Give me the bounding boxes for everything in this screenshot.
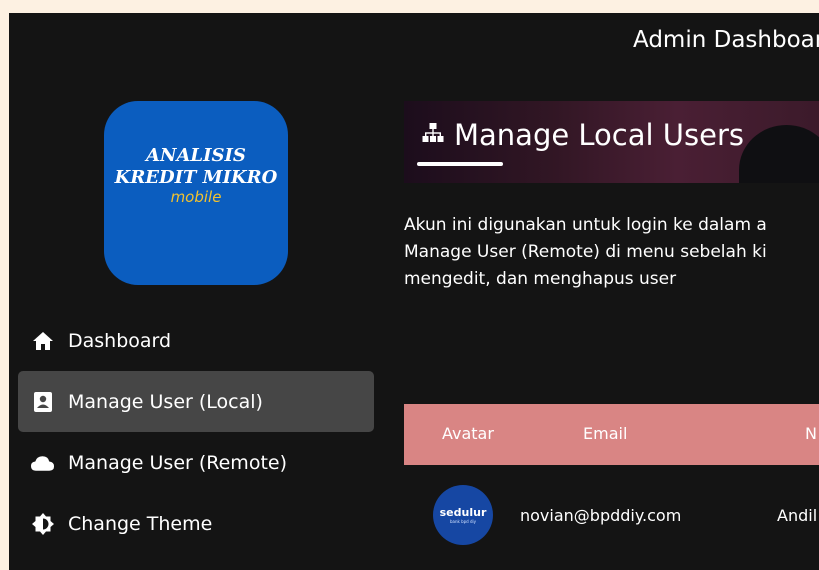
user-badge-icon — [30, 390, 55, 414]
logo-line-3: mobile — [170, 187, 222, 206]
brightness-icon — [30, 512, 55, 536]
sidebar-item-manage-user-remote[interactable]: Manage User (Remote) — [18, 432, 374, 493]
column-header-name: N — [805, 424, 817, 443]
table-header: Avatar Email N — [404, 404, 819, 465]
page-title: Admin Dashboard — [633, 27, 819, 53]
cell-email: novian@bpddiy.com — [520, 506, 682, 525]
cell-name: Andil — [777, 506, 818, 525]
column-header-email: Email — [583, 424, 628, 443]
banner-background-tree — [739, 125, 819, 183]
logo-line-1: ANALISIS — [146, 144, 246, 166]
banner-title: Manage Local Users — [422, 118, 744, 152]
sidebar-item-label: Manage User (Local) — [68, 390, 263, 413]
app-logo: ANALISIS KREDIT MIKRO mobile — [104, 101, 288, 285]
banner-heading: Manage Local Users — [454, 118, 744, 152]
section-banner: Manage Local Users — [404, 101, 819, 183]
avatar: sedulur bank bpd diy — [433, 485, 493, 545]
sidebar-item-dashboard[interactable]: Dashboard — [18, 310, 374, 371]
sidebar-item-label: Change Theme — [68, 512, 213, 535]
sitemap-icon — [422, 122, 444, 148]
avatar-text: sedulur — [439, 505, 487, 519]
sidebar-item-change-theme[interactable]: Change Theme — [18, 493, 374, 554]
column-header-avatar: Avatar — [442, 424, 494, 443]
sidebar-item-manage-user-local[interactable]: Manage User (Local) — [18, 371, 374, 432]
description-line: Manage User (Remote) di menu sebelah ki — [404, 242, 767, 262]
section-description: Akun ini digunakan untuk login ke dalam … — [404, 212, 819, 293]
top-bar: Admin Dashboard — [9, 13, 819, 75]
home-icon — [30, 329, 55, 353]
avatar-subtext: bank bpd diy — [449, 518, 477, 524]
description-line: mengedit, dan menghapus user — [404, 269, 677, 289]
sidebar-item-label: Manage User (Remote) — [68, 451, 287, 474]
app-window: Admin Dashboard ANALISIS KREDIT MIKRO mo… — [9, 13, 819, 570]
sidebar-nav: Dashboard Manage User (Local) Manage Use… — [18, 310, 374, 554]
description-line: Akun ini digunakan untuk login ke dalam … — [404, 215, 767, 235]
logo-line-2: KREDIT MIKRO — [114, 166, 278, 188]
banner-underline — [417, 162, 503, 166]
sidebar-item-label: Dashboard — [68, 329, 172, 352]
cloud-icon — [30, 451, 55, 475]
table-row[interactable]: sedulur bank bpd diy novian@bpddiy.com A… — [404, 485, 819, 545]
